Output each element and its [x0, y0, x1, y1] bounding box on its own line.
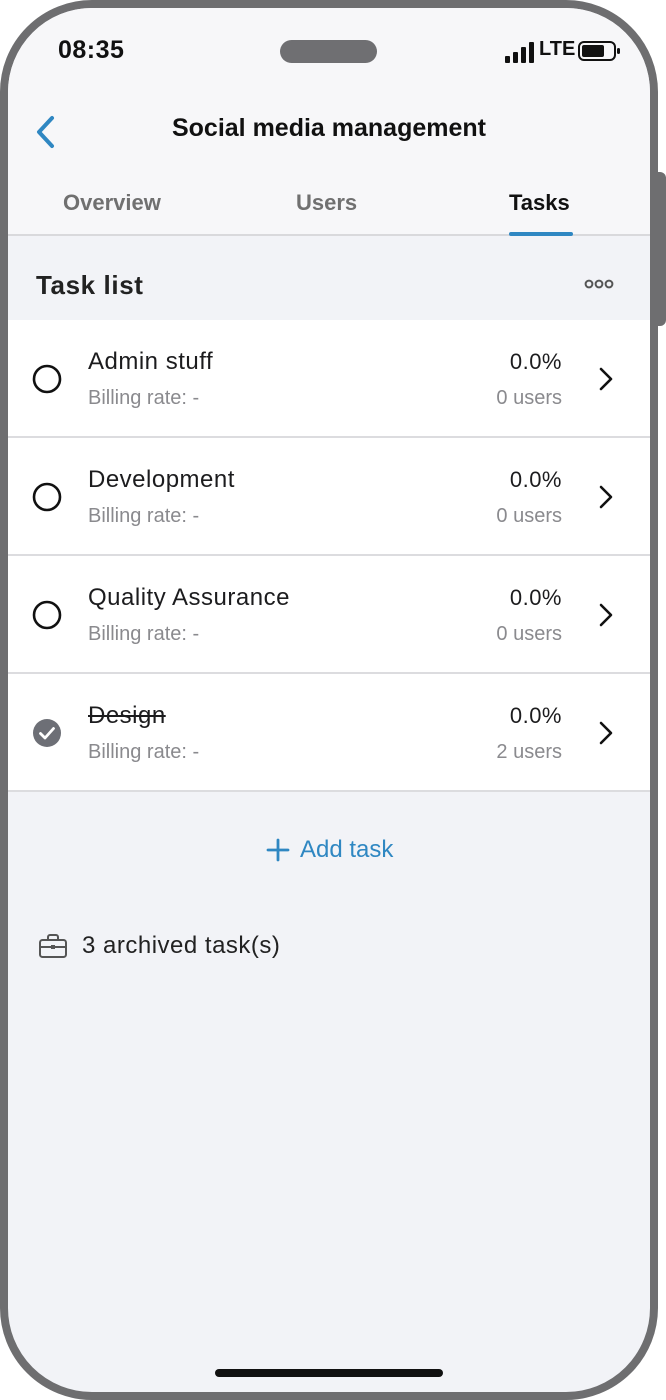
- task-row-admin-stuff[interactable]: Admin stuff Billing rate: - 0.0% 0 users: [8, 320, 650, 438]
- chevron-right-icon: [599, 721, 613, 745]
- task-name: Design: [88, 702, 166, 729]
- active-tab-indicator: [509, 232, 573, 236]
- more-icon: [584, 279, 614, 289]
- nav-header: Social media management: [8, 108, 650, 168]
- task-billing-rate: Billing rate: -: [88, 741, 200, 763]
- add-task-button[interactable]: Add task: [256, 828, 403, 872]
- tab-tasks[interactable]: Tasks: [509, 190, 570, 216]
- task-users-count: 2 users: [496, 741, 562, 763]
- circle-unchecked-icon[interactable]: [32, 482, 62, 512]
- task-users-count: 0 users: [496, 623, 562, 645]
- task-row-quality-assurance[interactable]: Quality Assurance Billing rate: - 0.0% 0…: [8, 556, 650, 674]
- chevron-right-icon: [599, 367, 613, 391]
- task-row-development[interactable]: Development Billing rate: - 0.0% 0 users: [8, 438, 650, 556]
- task-list: Admin stuff Billing rate: - 0.0% 0 users…: [8, 320, 650, 792]
- briefcase-icon: [39, 934, 67, 958]
- task-name: Quality Assurance: [88, 584, 290, 611]
- status-bar: 08:35 LTE: [8, 8, 650, 108]
- task-users-count: 0 users: [496, 505, 562, 527]
- dynamic-island: [280, 40, 377, 63]
- page-title: Social media management: [171, 114, 486, 142]
- task-users-count: 0 users: [496, 387, 562, 409]
- more-options-button[interactable]: [582, 272, 616, 296]
- task-billing-rate: Billing rate: -: [88, 623, 200, 645]
- task-percent: 0.0%: [509, 467, 562, 492]
- archived-tasks-link[interactable]: 3 archived task(s): [38, 926, 280, 966]
- check-circle-icon[interactable]: [32, 718, 62, 748]
- task-billing-rate: Billing rate: -: [88, 387, 200, 409]
- circle-unchecked-icon[interactable]: [32, 364, 62, 394]
- add-task-label: Add task: [300, 836, 394, 863]
- task-list-title: Task list: [36, 270, 144, 300]
- tab-users[interactable]: Users: [296, 190, 357, 216]
- task-name: Admin stuff: [88, 348, 214, 375]
- battery-icon: [578, 41, 620, 61]
- signal-icon: [505, 42, 534, 63]
- task-name: Development: [88, 466, 235, 493]
- home-indicator: [215, 1369, 443, 1377]
- network-label: LTE: [539, 38, 576, 60]
- plus-icon: [266, 838, 290, 862]
- status-time: 08:35: [58, 36, 125, 64]
- tab-bar: Overview Users Tasks: [8, 168, 650, 236]
- circle-unchecked-icon[interactable]: [32, 600, 62, 630]
- tab-overview[interactable]: Overview: [63, 190, 161, 216]
- task-percent: 0.0%: [509, 349, 562, 374]
- task-row-design[interactable]: Design Billing rate: - 0.0% 2 users: [8, 674, 650, 792]
- task-percent: 0.0%: [509, 585, 562, 610]
- task-percent: 0.0%: [509, 703, 562, 728]
- task-billing-rate: Billing rate: -: [88, 505, 200, 527]
- chevron-right-icon: [599, 485, 613, 509]
- phone-frame: 08:35 LTE Social media management Overvi…: [0, 0, 658, 1400]
- archived-tasks-label: 3 archived task(s): [82, 932, 281, 959]
- chevron-right-icon: [599, 603, 613, 627]
- task-list-header: Task list: [8, 238, 650, 320]
